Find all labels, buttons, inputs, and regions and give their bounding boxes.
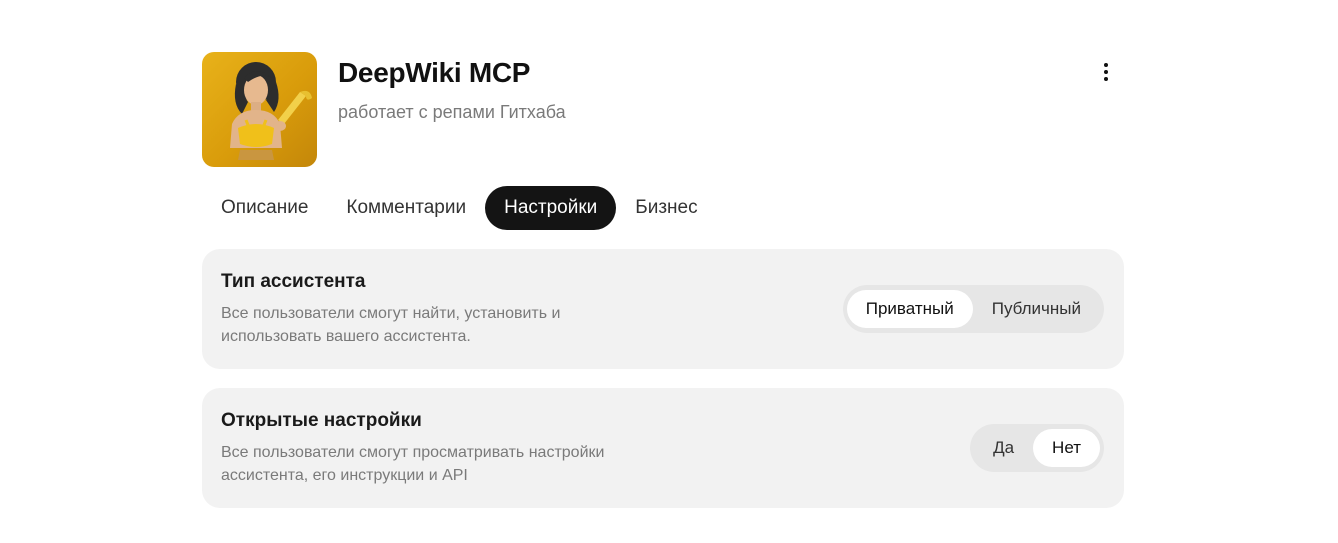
open-settings-description: Все пользователи смогут просматривать на… [221,444,605,484]
assistant-name: DeepWiki MCP [338,57,531,88]
assistant-type-card: Тип ассистента Все пользователи смогут н… [202,249,1124,369]
no-option[interactable]: Нет [1033,429,1100,467]
assistant-subtitle: работает с репами Гитхаба [338,102,566,122]
open-settings-card: Открытые настройки Все пользователи смог… [202,388,1124,508]
avatar-image [230,62,312,160]
tab-description[interactable]: Описание [202,186,327,230]
tab-settings[interactable]: Настройки [485,186,617,230]
tab-comments[interactable]: Комментарии [327,186,485,230]
public-option[interactable]: Публичный [973,290,1100,328]
tab-business[interactable]: Бизнес [616,186,716,230]
yes-option[interactable]: Да [974,429,1033,467]
assistant-avatar [202,52,317,167]
tab-bar: Описание Комментарии Настройки Бизнес [202,186,717,230]
assistant-type-toggle: Приватный Публичный [842,285,1104,333]
more-options-icon[interactable] [1100,62,1112,82]
open-settings-toggle: Да Нет [970,424,1104,472]
assistant-type-title: Тип ассистента [221,271,366,292]
private-option[interactable]: Приватный [846,290,973,328]
open-settings-title: Открытые настройки [221,410,422,431]
assistant-header: DeepWiki MCP работает с репами Гитхаба [202,52,1124,167]
assistant-type-description: Все пользователи смогут найти, установит… [221,305,561,345]
